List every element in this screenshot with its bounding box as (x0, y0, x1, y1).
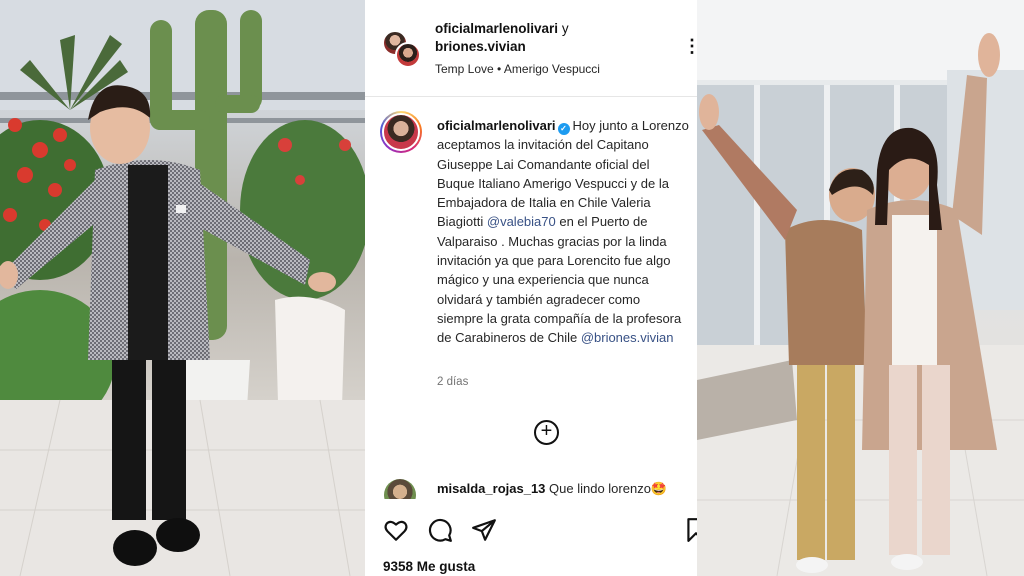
mother-son-photo (697, 0, 1024, 576)
share-icon[interactable] (471, 517, 497, 543)
post-authors: oficialmarlenolivari y briones.vivian (435, 20, 569, 56)
verified-badge-icon: ✓ (557, 123, 570, 135)
music-label[interactable]: Temp Love • Amerigo Vespucci (435, 62, 600, 76)
comment-icon[interactable] (427, 517, 453, 543)
avatar (395, 42, 421, 68)
comment-text: Que lindo lorenzo🤩 (549, 481, 668, 496)
post-caption: oficialmarlenolivari ✓ Hoy junto a Lorenzo… (437, 116, 689, 348)
comment-avatar[interactable] (384, 479, 416, 499)
right-photo (697, 0, 1024, 576)
heart-icon[interactable] (383, 517, 409, 543)
author-connector: y (561, 21, 569, 36)
collab-avatars[interactable] (382, 30, 422, 70)
plus-circle-icon[interactable]: + (534, 420, 559, 445)
author-username-2[interactable]: briones.vivian (435, 39, 526, 54)
comment-item: misalda_rojas_13 Que lindo lorenzo🤩 (437, 481, 667, 497)
post-header: oficialmarlenolivari y briones.vivian Te… (365, 0, 697, 97)
bookmark-icon[interactable] (683, 517, 697, 543)
left-photo (0, 0, 365, 576)
caption-text-1: Hoy junto a Lorenzo aceptamos la invitac… (437, 118, 689, 230)
likes-count[interactable]: 9358 Me gusta (383, 559, 475, 574)
instagram-post-panel: oficialmarlenolivari y briones.vivian Te… (365, 0, 697, 576)
caption-avatar[interactable] (380, 111, 422, 153)
caption-text-2: en el Puerto de Valparaiso . Muchas grac… (437, 214, 682, 346)
caption-username[interactable]: oficialmarlenolivari (437, 118, 556, 133)
caption-mention-1[interactable]: @valebia70 (487, 214, 556, 229)
more-options-icon[interactable]: ⋮ (683, 36, 697, 57)
comment-username[interactable]: misalda_rojas_13 (437, 481, 545, 496)
post-timestamp: 2 días (437, 376, 469, 388)
post-actions-bar: 9358 Me gusta (365, 500, 697, 576)
boy-terrace-photo (0, 0, 365, 576)
author-username-1[interactable]: oficialmarlenolivari (435, 21, 558, 36)
caption-mention-2[interactable]: @briones.vivian (581, 330, 674, 345)
